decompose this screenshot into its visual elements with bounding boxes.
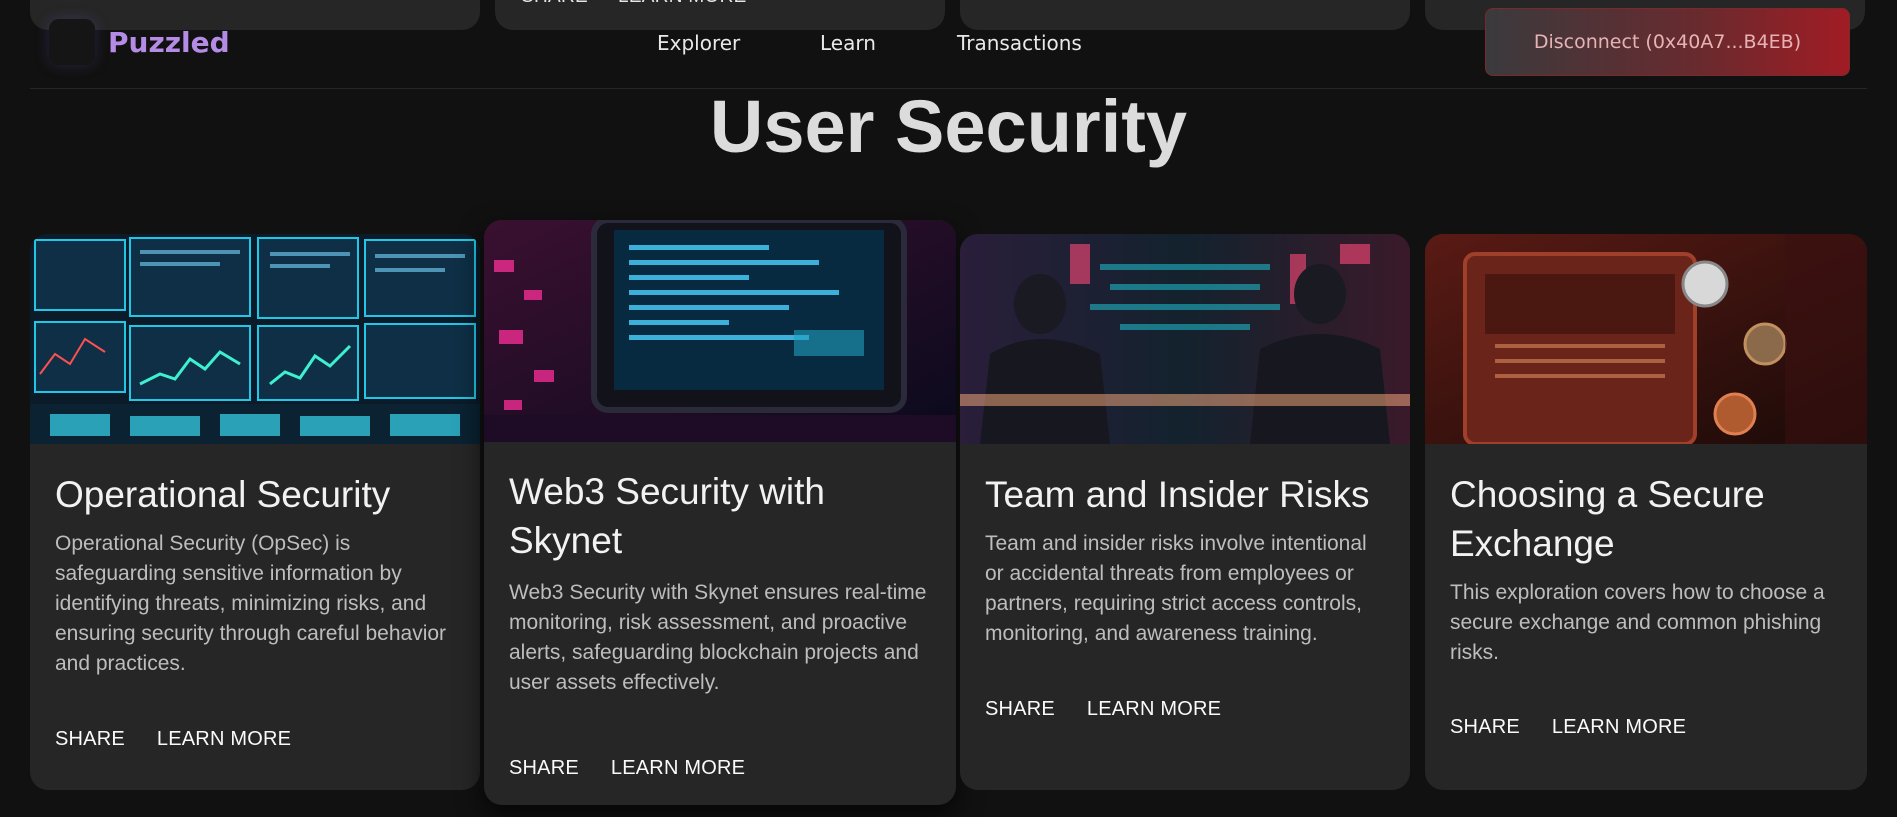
trading-screens-image <box>30 234 480 444</box>
card-actions: SHARE LEARN MORE <box>1450 716 1686 739</box>
card-description: Team and insider risks involve intention… <box>985 532 1367 645</box>
article-card-choosing-secure-exchange[interactable]: Choosing a Secure Exchange This explorat… <box>1425 234 1867 790</box>
learn-more-button[interactable]: LEARN MORE <box>1552 716 1686 739</box>
share-button[interactable]: SHARE <box>55 728 125 751</box>
card-description: Operational Security (OpSec) is safeguar… <box>55 532 447 675</box>
hackers-image <box>960 234 1410 444</box>
crypto-wallet-image <box>1425 234 1867 444</box>
card-actions: SHARE LEARN MORE <box>55 728 291 751</box>
card-title: Operational Security <box>55 474 391 515</box>
article-card-web3-security-skynet[interactable]: Web3 Security with Skynet Web3 Security … <box>484 220 956 805</box>
logo-icon[interactable] <box>49 19 95 65</box>
card-actions: SHARE LEARN MORE <box>985 698 1221 721</box>
card-title: Choosing a Secure Exchange <box>1450 474 1765 564</box>
learn-more-button[interactable]: LEARN MORE <box>611 757 745 780</box>
card-title: Web3 Security with Skynet <box>509 471 825 561</box>
share-button[interactable]: SHARE <box>985 698 1055 721</box>
card-actions: SHARE LEARN MORE <box>509 757 745 780</box>
code-monitor-image <box>484 220 956 442</box>
nav-explorer[interactable]: Explorer <box>657 31 740 55</box>
share-button[interactable]: SHARE <box>1450 716 1520 739</box>
nav-learn[interactable]: Learn <box>820 31 876 55</box>
page-title: User Security <box>709 85 1188 168</box>
learn-more-button[interactable]: LEARN MORE <box>1087 698 1221 721</box>
card-description: Web3 Security with Skynet ensures real-t… <box>509 581 927 694</box>
disconnect-wallet-button[interactable]: Disconnect (0x40A7...B4EB) <box>1485 8 1850 76</box>
card-title: Team and Insider Risks <box>985 474 1370 515</box>
brand-name[interactable]: Puzzled <box>108 26 230 59</box>
learn-more-button[interactable]: LEARN MORE <box>157 728 291 751</box>
nav-transactions[interactable]: Transactions <box>957 31 1082 55</box>
article-card-team-insider-risks[interactable]: Team and Insider Risks Team and insider … <box>960 234 1410 790</box>
share-button[interactable]: SHARE <box>509 757 579 780</box>
card-description: This exploration covers how to choose a … <box>1450 581 1825 664</box>
article-card-operational-security[interactable]: Operational Security Operational Securit… <box>30 234 480 790</box>
